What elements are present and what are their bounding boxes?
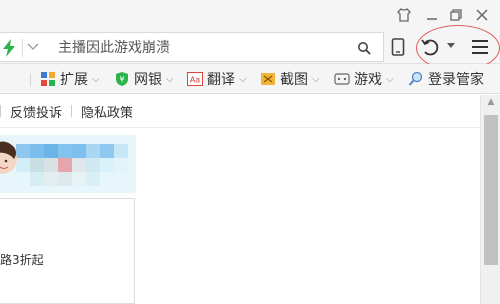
minimize-icon[interactable] bbox=[423, 6, 441, 24]
url-input[interactable] bbox=[58, 37, 338, 59]
game-icon bbox=[334, 71, 350, 87]
scrollbar[interactable]: ▲ bbox=[480, 95, 500, 304]
fav-bank[interactable]: ¥ 网银 ⌵ bbox=[114, 69, 174, 89]
page-content: 反馈投诉 隐私政策 路3折起 bbox=[0, 95, 480, 304]
chevron-down-icon: ⌵ bbox=[92, 73, 100, 85]
divider bbox=[22, 39, 23, 57]
fav-translate[interactable]: Aa 翻译 ⌵ bbox=[187, 69, 247, 89]
restore-icon[interactable] bbox=[447, 6, 465, 24]
fav-label: 截图 bbox=[280, 72, 308, 88]
translate-icon: Aa bbox=[187, 71, 203, 87]
chevron-down-icon: ⌵ bbox=[312, 73, 320, 85]
scroll-up-icon[interactable]: ▲ bbox=[481, 97, 500, 111]
divider bbox=[0, 127, 480, 128]
fav-extensions[interactable]: 扩展 ⌵ bbox=[40, 69, 100, 89]
chevron-down-icon: ⌵ bbox=[239, 73, 247, 85]
divider bbox=[0, 105, 1, 117]
extensions-icon bbox=[40, 71, 56, 87]
fav-label: 网银 bbox=[134, 72, 162, 88]
fav-label: 登录管家 bbox=[428, 72, 484, 88]
bank-shield-icon: ¥ bbox=[114, 71, 130, 87]
url-box bbox=[0, 32, 384, 62]
lightning-icon[interactable] bbox=[2, 39, 16, 61]
fav-game[interactable]: 游戏 ⌵ bbox=[334, 69, 394, 89]
fav-label: 翻译 bbox=[207, 72, 235, 88]
svg-text:Aa: Aa bbox=[190, 76, 200, 85]
fav-login-manager[interactable]: 登录管家 bbox=[408, 69, 484, 89]
scrollbar-thumb[interactable] bbox=[484, 115, 498, 265]
fav-screenshot[interactable]: 截图 ⌵ bbox=[260, 69, 320, 89]
chevron-down-icon: ⌵ bbox=[166, 73, 174, 85]
promo-text: 路3折起 bbox=[0, 253, 44, 267]
mobile-icon[interactable] bbox=[390, 37, 406, 57]
chevron-down-icon: ⌵ bbox=[386, 73, 394, 85]
favorites-bar: 扩展 ⌵ ¥ 网银 ⌵ Aa 翻译 ⌵ 截图 ⌵ 游戏 ⌵ 登录管家 bbox=[0, 64, 500, 94]
divider bbox=[71, 105, 73, 117]
divider bbox=[30, 73, 31, 87]
feedback-link[interactable]: 反馈投诉 bbox=[10, 102, 62, 121]
fav-label: 扩展 bbox=[60, 72, 88, 88]
shirt-icon[interactable] bbox=[395, 6, 413, 24]
chevron-down-icon[interactable] bbox=[26, 39, 40, 53]
svg-text:¥: ¥ bbox=[119, 75, 124, 84]
title-bar bbox=[0, 0, 500, 30]
login-search-icon bbox=[408, 71, 424, 87]
screenshot-icon bbox=[260, 71, 276, 87]
fav-label: 游戏 bbox=[354, 72, 382, 88]
promo-banner[interactable] bbox=[0, 135, 136, 193]
close-icon[interactable] bbox=[473, 6, 491, 24]
privacy-link[interactable]: 隐私政策 bbox=[81, 102, 133, 121]
search-icon[interactable] bbox=[356, 40, 372, 56]
footer-links: 反馈投诉 隐私政策 bbox=[0, 101, 133, 121]
